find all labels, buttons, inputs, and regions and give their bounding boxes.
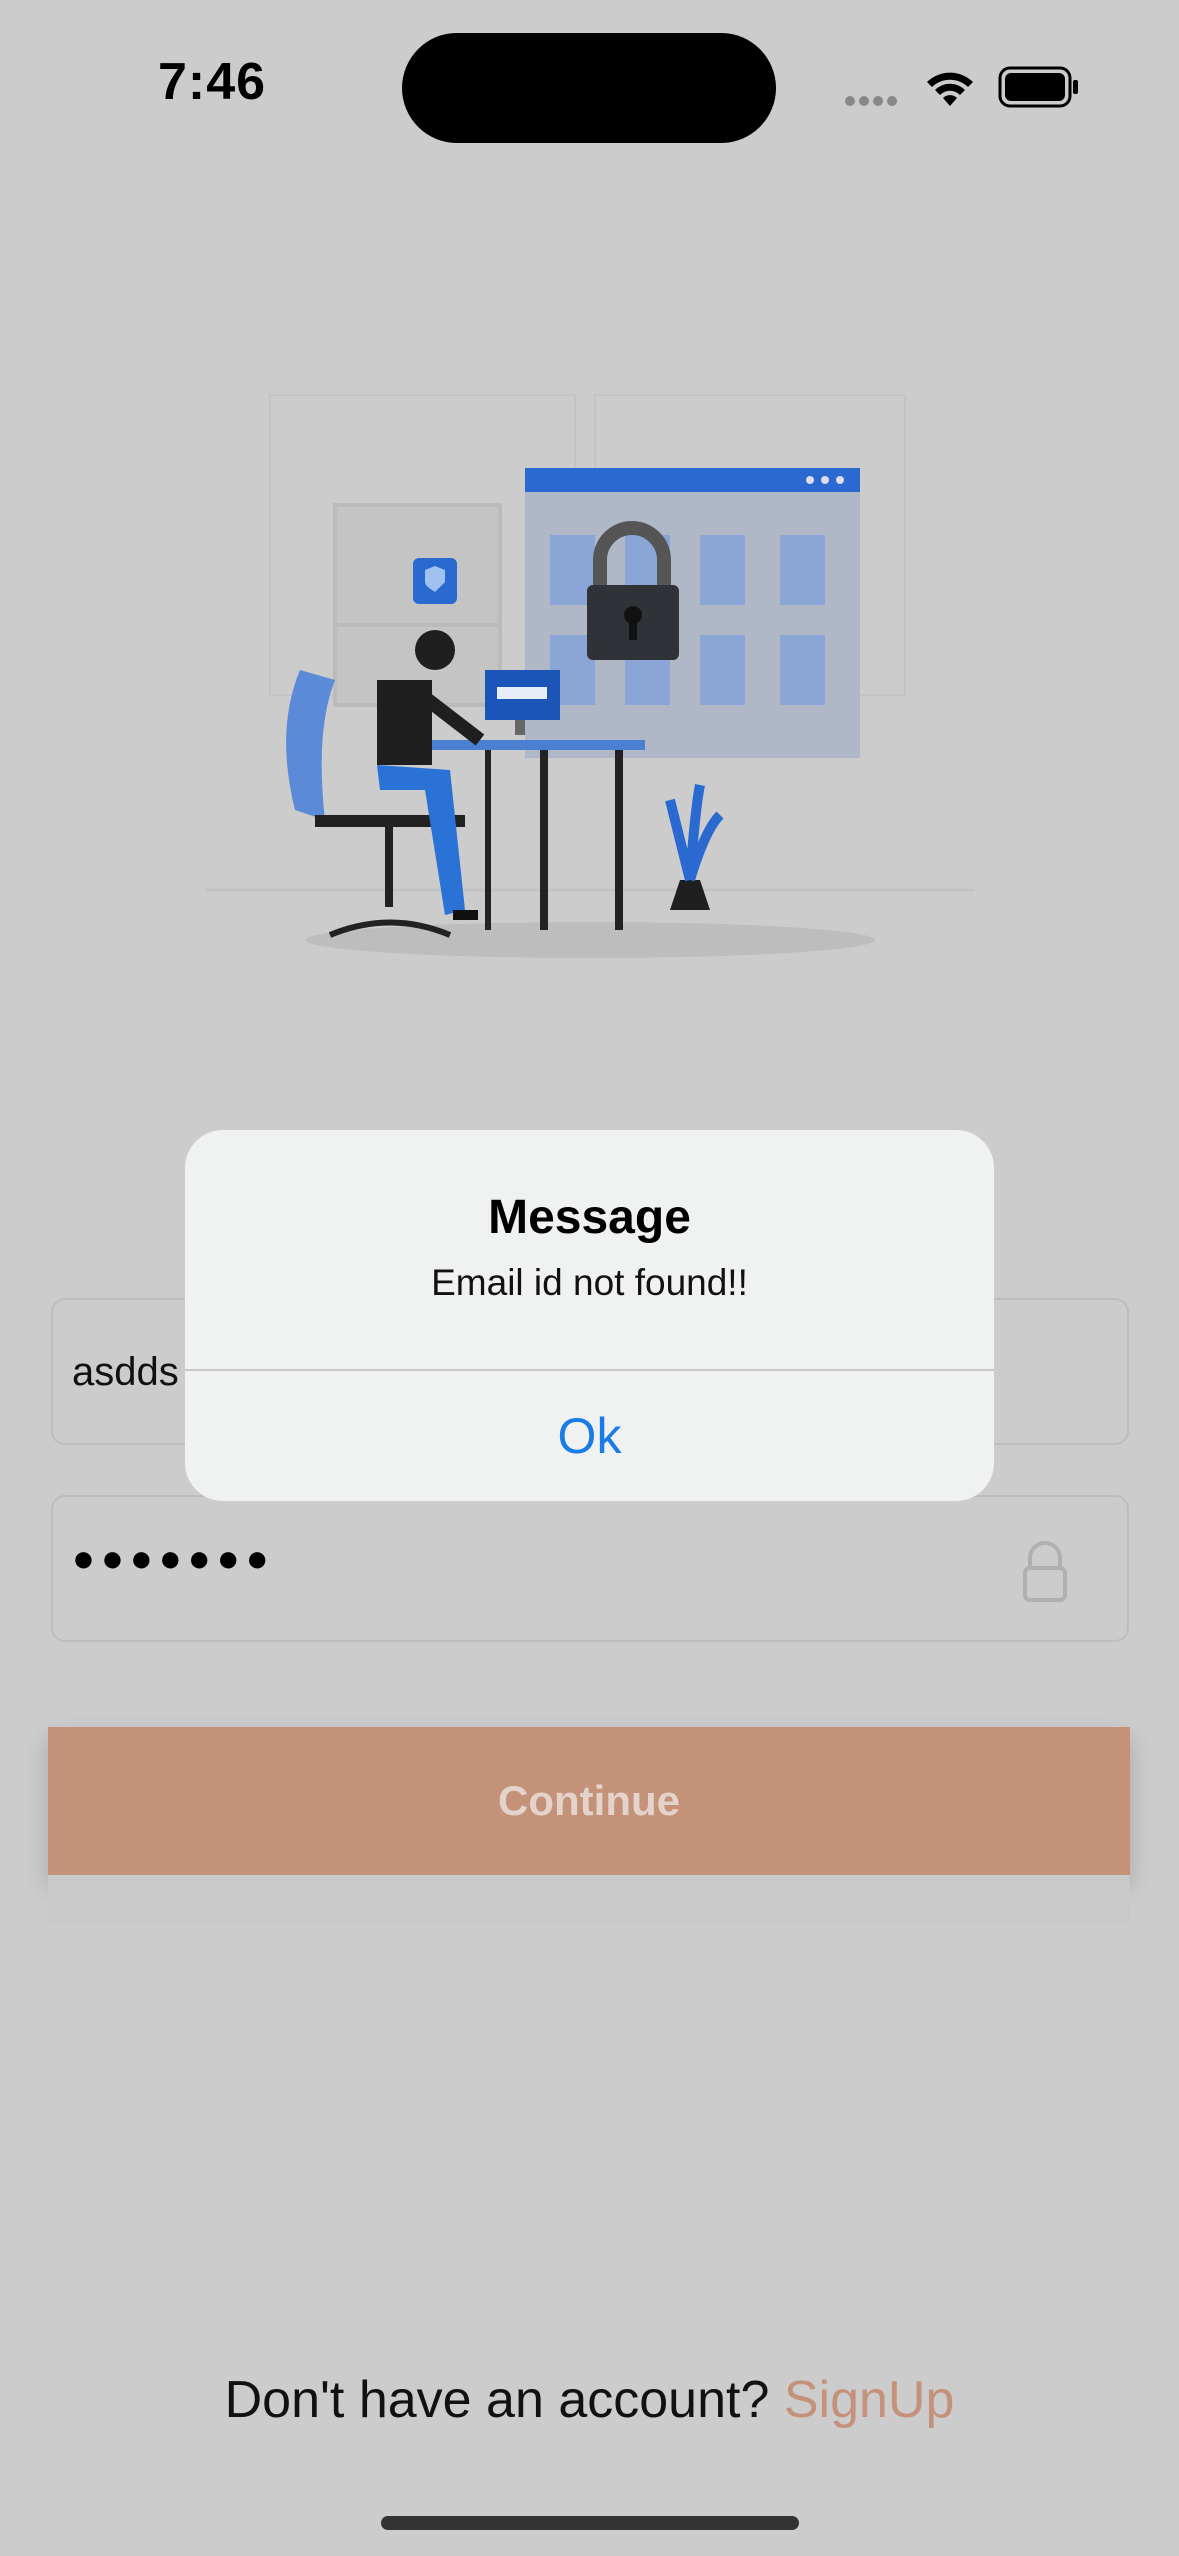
lock-icon — [1023, 1541, 1067, 1602]
alert-title: Message — [488, 1191, 691, 1244]
email-field-value: asdds — [72, 1350, 179, 1394]
wifi-icon — [927, 72, 973, 106]
login-illustration — [205, 394, 975, 958]
cellular-signal-icon — [845, 93, 901, 111]
signup-link[interactable]: SignUp — [784, 2371, 955, 2429]
status-time: 7:46 — [158, 53, 267, 111]
alert-dialog: Message Email id not found!! Ok — [185, 1130, 994, 1501]
alert-message: Email id not found!! — [431, 1262, 748, 1303]
dynamic-island — [402, 33, 776, 143]
signup-prompt-text: Don't have an account? — [224, 2371, 770, 2429]
alert-ok-button[interactable]: Ok — [185, 1371, 994, 1501]
form-panel-bottom — [48, 1875, 1130, 1923]
signup-prompt-row: Don't have an account? SignUp — [0, 2370, 1179, 2430]
home-indicator[interactable] — [381, 2516, 799, 2530]
battery-icon — [998, 66, 1078, 108]
password-field-value: ●●●●●●● — [72, 1538, 275, 1580]
continue-button[interactable]: Continue — [48, 1727, 1130, 1875]
